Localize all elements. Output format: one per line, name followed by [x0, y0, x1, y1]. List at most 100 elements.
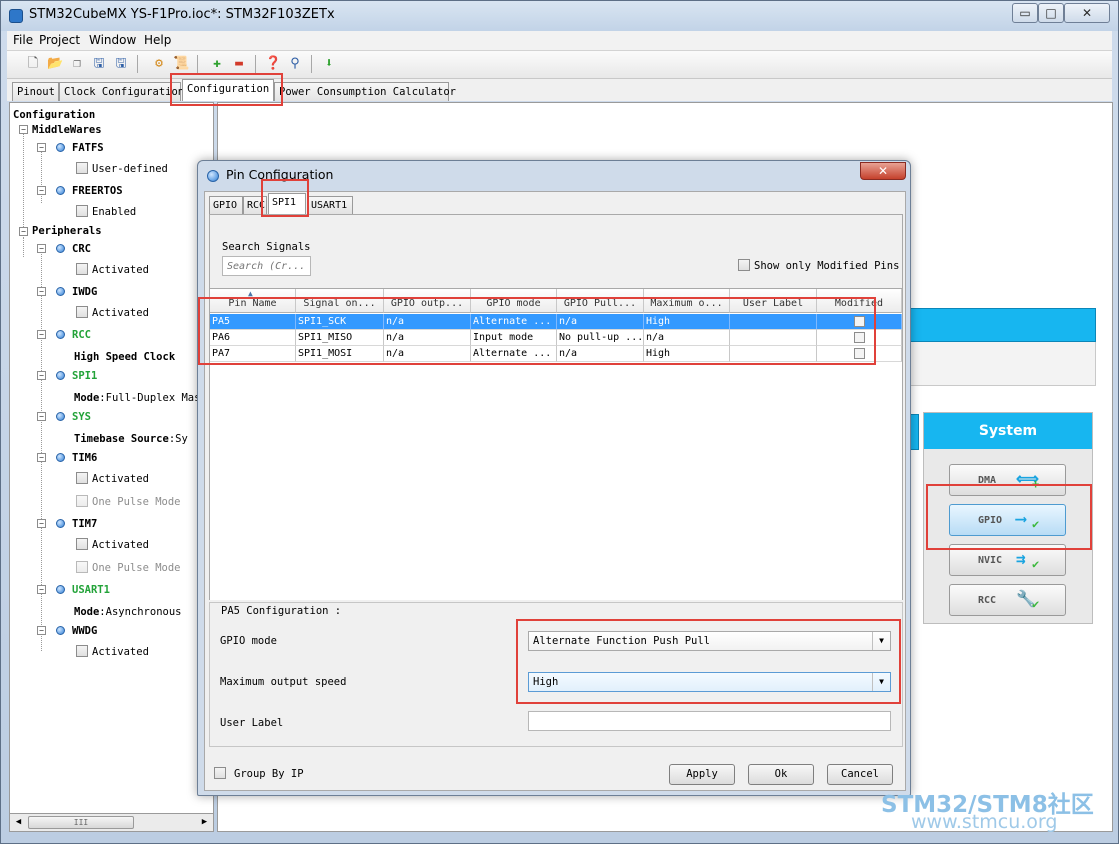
- gpio-mode-label: GPIO mode: [220, 635, 277, 647]
- tree-sys[interactable]: SYS: [72, 410, 91, 424]
- tree-peripherals[interactable]: Peripherals: [32, 224, 102, 238]
- iwdg-node-icon: [56, 287, 65, 296]
- scroll-right-icon[interactable]: ▶: [197, 815, 212, 830]
- highlight-gpio: [926, 484, 1092, 550]
- save-icon[interactable]: 🖫: [91, 56, 107, 72]
- tab-pinout[interactable]: Pinout: [12, 82, 59, 101]
- save-as-icon[interactable]: 🖫: [113, 56, 129, 72]
- zoom-in-icon[interactable]: ✚: [209, 56, 225, 72]
- highlight-spi1-tab: [261, 179, 309, 217]
- check-icon: ✔: [1032, 557, 1040, 571]
- collapse-crc-toggle[interactable]: −: [37, 244, 46, 253]
- tree-usart1[interactable]: USART1: [72, 583, 110, 597]
- tree-fatfs[interactable]: FATFS: [72, 141, 104, 155]
- minimize-button[interactable]: ▭: [1012, 3, 1038, 23]
- wwdg-node-icon: [56, 626, 65, 635]
- show-modified-checkbox[interactable]: [738, 259, 750, 271]
- highlight-configuration-tab: [170, 73, 283, 106]
- generate-code-icon[interactable]: ⚙: [151, 56, 167, 72]
- collapse-peripherals-toggle[interactable]: −: [19, 227, 28, 236]
- usart1-node-icon: [56, 585, 65, 594]
- check-icon: ✔: [1032, 597, 1040, 611]
- tree-horizontal-scrollbar[interactable]: ◀ III ▶: [9, 813, 214, 832]
- collapse-rcc-toggle[interactable]: −: [37, 330, 46, 339]
- copy-icon[interactable]: ❐: [69, 56, 85, 72]
- tree-spi1[interactable]: SPI1: [72, 369, 97, 383]
- fatfs-user-defined-label: User-defined: [92, 163, 168, 175]
- search-signals-input[interactable]: [222, 256, 311, 276]
- collapse-freertos-toggle[interactable]: −: [37, 186, 46, 195]
- tree-iwdg[interactable]: IWDG: [72, 285, 97, 299]
- tim6-one-pulse-checkbox[interactable]: [76, 495, 88, 507]
- menu-help[interactable]: Help: [144, 33, 171, 47]
- menu-window[interactable]: Window: [89, 33, 136, 47]
- spi1-mode[interactable]: Mode:Full-Duplex Mas: [74, 391, 200, 405]
- new-project-icon[interactable]: 🗋: [25, 56, 41, 72]
- open-folder-icon[interactable]: 📂: [47, 56, 63, 72]
- iwdg-activated-checkbox[interactable]: [76, 306, 88, 318]
- collapse-middlewares-toggle[interactable]: −: [19, 125, 28, 134]
- main-window: STM32CubeMX YS-F1Pro.ioc*: STM32F103ZETx…: [0, 0, 1119, 844]
- wwdg-activated-checkbox[interactable]: [76, 645, 88, 657]
- crc-activated-checkbox[interactable]: [76, 263, 88, 275]
- rcc-button[interactable]: RCC 🔧 ✔: [949, 584, 1066, 616]
- tab-gpio[interactable]: GPIO: [209, 196, 243, 214]
- apply-button[interactable]: Apply: [669, 764, 735, 785]
- tab-usart1[interactable]: USART1: [307, 196, 353, 214]
- highlight-pin-rows: [198, 297, 876, 365]
- app-icon: [9, 9, 23, 23]
- tree-tim6[interactable]: TIM6: [72, 451, 97, 465]
- ok-button[interactable]: Ok: [748, 764, 814, 785]
- tim7-one-pulse-checkbox[interactable]: [76, 561, 88, 573]
- tree-rcc[interactable]: RCC: [72, 328, 91, 342]
- collapse-wwdg-toggle[interactable]: −: [37, 626, 46, 635]
- fatfs-node-icon: [56, 143, 65, 152]
- zoom-out-icon[interactable]: ▬: [231, 56, 247, 72]
- menu-project[interactable]: Project: [39, 33, 80, 47]
- collapse-tim7-toggle[interactable]: −: [37, 519, 46, 528]
- show-modified-label: Show only Modified Pins: [754, 260, 900, 272]
- tree-tim7[interactable]: TIM7: [72, 517, 97, 531]
- crc-node-icon: [56, 244, 65, 253]
- user-label-label: User Label: [220, 717, 284, 729]
- collapse-spi1-toggle[interactable]: −: [37, 371, 46, 380]
- tim6-activated-checkbox[interactable]: [76, 472, 88, 484]
- freertos-enabled-checkbox[interactable]: [76, 205, 88, 217]
- freertos-node-icon: [56, 186, 65, 195]
- maximize-button[interactable]: □: [1038, 3, 1064, 23]
- report-icon[interactable]: 📜: [173, 56, 189, 72]
- collapse-tim6-toggle[interactable]: −: [37, 453, 46, 462]
- dialog-close-button[interactable]: ✕: [860, 162, 906, 180]
- scroll-thumb[interactable]: III: [28, 816, 134, 829]
- user-label-input[interactable]: [528, 711, 891, 731]
- collapse-fatfs-toggle[interactable]: −: [37, 143, 46, 152]
- tim7-activated-checkbox[interactable]: [76, 538, 88, 550]
- usart1-mode[interactable]: Mode:Asynchronous: [74, 605, 181, 619]
- tree-middlewares[interactable]: MiddleWares: [32, 123, 102, 137]
- help-icon[interactable]: ❓: [265, 56, 281, 72]
- tab-clock-configuration[interactable]: Clock Configuration: [59, 82, 184, 101]
- close-button[interactable]: ✕: [1064, 3, 1110, 23]
- rcc-high-speed-clock[interactable]: High Speed Clock: [74, 350, 175, 364]
- download-icon[interactable]: ⬇: [321, 56, 337, 72]
- window-title: STM32CubeMX YS-F1Pro.ioc*: STM32F103ZETx: [29, 7, 335, 22]
- collapse-usart1-toggle[interactable]: −: [37, 585, 46, 594]
- tree-wwdg[interactable]: WWDG: [72, 624, 97, 638]
- check-updates-icon[interactable]: ⚲: [287, 56, 303, 72]
- category-header: [901, 308, 1096, 342]
- scroll-left-icon[interactable]: ◀: [11, 815, 26, 830]
- sys-timebase-source[interactable]: Timebase Source:Sy: [74, 432, 188, 446]
- tree-freertos[interactable]: FREERTOS: [72, 184, 123, 198]
- tree-crc[interactable]: CRC: [72, 242, 91, 256]
- nvic-icon: ⇉: [1016, 549, 1026, 568]
- group-by-ip-checkbox[interactable]: [214, 767, 226, 779]
- tab-power-consumption[interactable]: Power Consumption Calculator: [274, 82, 456, 101]
- collapse-iwdg-toggle[interactable]: −: [37, 287, 46, 296]
- category-body: [901, 342, 1096, 386]
- collapse-sys-toggle[interactable]: −: [37, 412, 46, 421]
- signal-panel: Search Signals Show only Modified Pins ▲…: [209, 214, 903, 600]
- title-bar: STM32CubeMX YS-F1Pro.ioc*: STM32F103ZETx…: [1, 1, 1118, 31]
- fatfs-user-defined-checkbox[interactable]: [76, 162, 88, 174]
- menu-file[interactable]: File: [13, 33, 33, 47]
- cancel-button[interactable]: Cancel: [827, 764, 893, 785]
